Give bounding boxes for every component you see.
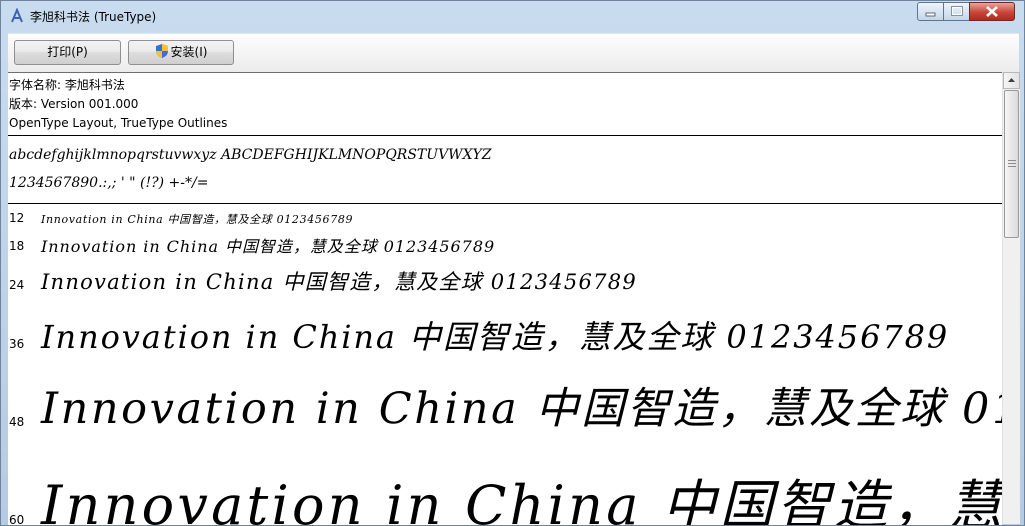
thumb-grip [1008,163,1016,164]
info-divider [8,135,1002,136]
scrollbar-thumb[interactable] [1004,90,1019,238]
size-label: 60 [9,513,25,525]
maximize-button[interactable] [943,2,970,21]
sample-text: Innovation in China 中国智造，慧及全球 0123456789 [41,384,1002,434]
size-label: 48 [9,415,25,429]
thumb-grip [1008,160,1016,161]
install-button-label: 安装(I) [170,45,208,59]
uac-shield-icon [155,44,168,58]
maximize-icon [951,6,963,16]
toolbar: 打印(P) 安装(I) [8,33,1019,72]
window-title: 李旭科书法 (TrueType) [30,10,157,24]
print-button[interactable]: 打印(P) [14,40,121,65]
sample-text: Innovation in China 中国智造，慧及全球 0123456789 [41,213,354,226]
title-bar[interactable]: 李旭科书法 (TrueType) [1,1,1024,31]
size-label: 18 [9,239,25,253]
arrow-up-icon [1008,78,1015,82]
font-version-line: 版本: Version 001.000 [9,97,139,111]
close-button[interactable] [969,2,1015,21]
font-outline-line: OpenType Layout, TrueType Outlines [9,116,228,130]
sample-text: Innovation in China 中国智造，慧及全球 0123456789 [41,237,496,256]
charset-divider [8,203,1002,204]
minimize-icon [925,12,936,17]
font-preview-pane: 字体名称: 李旭科书法 版本: Version 001.000 OpenType… [8,72,1002,525]
sample-text: Innovation in China 中国智造，慧及全球 0123456789 [41,474,1002,525]
font-name-line: 字体名称: 李旭科书法 [9,78,125,92]
thumb-grip [1008,166,1016,167]
install-button[interactable]: 安装(I) [128,40,234,65]
vertical-scrollbar[interactable] [1002,72,1020,524]
size-label: 24 [9,278,25,292]
close-icon [986,6,998,17]
size-label: 36 [9,337,25,351]
charset-letters: abcdefghijklmnopqrstuvwxyz ABCDEFGHIJKLM… [9,147,492,163]
font-viewer-window: 李旭科书法 (TrueType) 打印(P) 安装(I) 字体名称: 李旭科书法… [0,0,1025,526]
charset-symbols: 1234567890.:,; ' " (!?) +-*/= [9,175,209,191]
sample-text: Innovation in China 中国智造，慧及全球 0123456789 [41,318,950,356]
font-info: 字体名称: 李旭科书法 版本: Version 001.000 OpenType… [9,76,227,133]
minimize-button[interactable] [917,2,944,21]
sample-text: Innovation in China 中国智造，慧及全球 0123456789 [41,270,637,294]
print-button-label: 打印(P) [47,45,88,59]
size-label: 12 [9,211,25,225]
scroll-up-button[interactable] [1003,72,1020,89]
font-file-icon [11,8,23,23]
